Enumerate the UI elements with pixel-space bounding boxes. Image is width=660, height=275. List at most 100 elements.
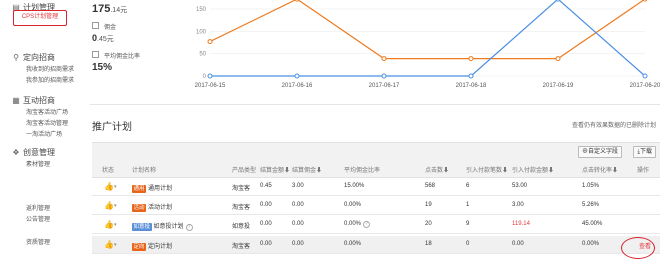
header-operation: 操作 <box>637 168 650 174</box>
settlement-amount-cell: 0.00 <box>260 241 272 247</box>
download-button[interactable]: ⤓下载 <box>633 146 656 158</box>
orders-cell: 0 <box>466 241 470 247</box>
cvr-cell: 45.00% <box>582 221 603 227</box>
thumbs-up-icon[interactable]: 👍 <box>104 221 114 229</box>
targeted-recruit-label: 定向招商 <box>23 53 55 62</box>
plan-name[interactable]: 通用计划 <box>148 186 172 192</box>
caret-down-icon[interactable]: ▾ <box>114 242 117 248</box>
settlement-commission-cell: 0.00 <box>292 241 304 247</box>
data-point <box>555 56 561 62</box>
header-clicks[interactable]: 点击数⬇ <box>425 165 449 174</box>
interactive-recruit-header[interactable]: ▦ 互动招商 <box>12 95 68 106</box>
data-point <box>294 73 300 79</box>
targeted-recruit-header[interactable]: ⚲ 定向招商 <box>12 52 74 63</box>
palette-icon: ❖ <box>12 147 20 157</box>
data-point <box>294 0 300 2</box>
interactive-recruit-label: 互动招商 <box>23 96 55 105</box>
deleted-plans-link[interactable]: 查看仍有效果数据的已删除计划 <box>572 120 656 129</box>
help-icon[interactable]: ? <box>363 221 371 228</box>
product-type-cell: 淘宝客 <box>232 244 251 250</box>
table-row: 👍 ▾ 如意投 如意投计划? 如意投 0.00 0.00 0.00%? 20 9 1… <box>92 216 660 234</box>
settlement-amount-cell: 0.00 <box>260 221 272 227</box>
pay-amount-cell: 119.14 <box>512 221 530 227</box>
sidebar-item-joined-demand[interactable]: 我参加的招商需求 <box>26 76 74 87</box>
commission-label: 佣金 <box>104 25 117 31</box>
settlement-amount: 175.14元 <box>92 3 127 15</box>
sidebar-group-creative: ❖ 创意管理 素材管理 <box>12 147 55 171</box>
product-type-cell: 淘宝客 <box>232 205 251 211</box>
sidebar-item-cps-plan[interactable]: CPS计划管理 <box>13 10 67 26</box>
plan-name[interactable]: 活动计划 <box>148 205 172 211</box>
clicks-cell: 19 <box>425 202 432 208</box>
table-toolbar: ⊕自定义字段 ⤓下载 <box>92 142 660 160</box>
sidebar: ▤ 计划管理 CPS计划管理 ⚲ 定向招商 我收到的招商需求 我参加的招商需求 … <box>0 0 82 275</box>
avg-rate-value: 15% <box>92 62 113 73</box>
caret-down-icon[interactable]: ▾ <box>114 222 117 228</box>
thumbs-up-icon[interactable]: 👍 <box>104 202 114 210</box>
caret-down-icon[interactable]: ▾ <box>114 203 117 209</box>
table-header: 状态 计划名称 产品类型 结算金额⬇ 结算佣金⬇ 平均佣金比率 点击数⬇ 引入付… <box>92 160 660 178</box>
trend-chart-svg: 150 100 50 0 2017-06-15 2017-06-16 2017-06-17… <box>195 0 660 89</box>
settlement-amount-cell: 0.45 <box>260 183 272 189</box>
plan-name-cell[interactable]: 活动 活动计划 <box>132 202 172 212</box>
x-tick-label: 2017-06-16 <box>282 83 313 89</box>
data-point <box>468 56 474 62</box>
settlement-commission-cell: 3.00 <box>292 183 304 189</box>
thumbs-up-icon[interactable]: 👍 <box>104 241 114 249</box>
cvr-cell: 0.00% <box>582 241 600 247</box>
plan-name[interactable]: 定向计划 <box>148 244 172 250</box>
settlement-value: 175 <box>92 3 111 15</box>
data-point <box>207 73 213 79</box>
x-tick-label: 2017-06-17 <box>369 83 400 89</box>
pay-amount-cell: 53.00 <box>512 183 528 189</box>
plan-name-cell[interactable]: 通用 通用计划 <box>132 183 172 193</box>
sidebar-item-rebate-mgmt[interactable]: 返利管理 <box>26 203 50 212</box>
avg-rate-cell: 0.00% <box>344 202 362 208</box>
settlement-commission-cell: 0.00 <box>292 202 304 208</box>
sidebar-item-activity-square[interactable]: 淘宝客活动广场 <box>26 108 68 119</box>
creative-mgmt-header[interactable]: ❖ 创意管理 <box>12 147 55 158</box>
plan-type-badge: 定向 <box>132 243 147 251</box>
header-avg-rate[interactable]: 平均佣金比率 <box>344 165 380 174</box>
header-pay-amount[interactable]: 引入付款金额⬇ <box>512 165 554 174</box>
header-settlement-amount[interactable]: 结算金额⬇ <box>260 165 290 174</box>
x-tick-label: 2017-06-15 <box>195 83 226 89</box>
avg-rate-value: 0.00% <box>344 221 362 227</box>
sidebar-item-received-demand[interactable]: 我收到的招商需求 <box>26 65 74 76</box>
section-title: 推广计划 <box>92 122 132 133</box>
header-orders[interactable]: 引入付款笔数⬇ <box>466 165 508 174</box>
clicks-cell: 18 <box>425 241 432 247</box>
help-icon[interactable]: ? <box>185 224 193 231</box>
grid-icon: ▦ <box>12 95 20 105</box>
sidebar-item-activity-mgmt[interactable]: 淘宝客活动管理 <box>26 119 68 130</box>
trend-chart: 150 100 50 0 2017-06-15 2017-06-16 2017-06-17… <box>195 0 660 100</box>
orders-cell: 6 <box>466 183 470 189</box>
plan-name-cell[interactable]: 如意投 如意投计划? <box>132 221 193 231</box>
sidebar-group-interactive: ▦ 互动招商 淘宝客活动广场 淘宝客活动管理 一淘活动广场 <box>12 95 68 141</box>
highlight-ring <box>621 237 655 259</box>
sidebar-item-qualification-mgmt[interactable]: 资质管理 <box>26 237 50 246</box>
commission-checkbox[interactable] <box>92 22 99 29</box>
thumbs-up-icon[interactable]: 👍 <box>104 183 114 191</box>
plan-name-cell[interactable]: 定向 定向计划 <box>132 241 172 251</box>
header-cvr[interactable]: 点击转化率⬇ <box>582 165 618 174</box>
x-tick-label: 2017-06-19 <box>543 83 574 89</box>
cvr-cell: 1.05% <box>582 183 600 189</box>
clicks-cell: 568 <box>425 183 436 189</box>
header-product-type[interactable]: 产品类型 <box>232 165 256 174</box>
sidebar-item-announcement-mgmt[interactable]: 公告管理 <box>26 214 50 223</box>
plan-type-badge: 通用 <box>132 185 147 193</box>
data-point <box>642 0 648 2</box>
custom-field-button[interactable]: ⊕自定义字段 <box>577 146 622 158</box>
header-settlement-commission[interactable]: 结算佣金⬇ <box>292 165 322 174</box>
plan-type-badge: 活动 <box>132 204 147 212</box>
x-tick-label: 2017-06-20 <box>630 83 660 89</box>
avg-rate-checkbox[interactable] <box>92 51 99 58</box>
caret-down-icon[interactable]: ▾ <box>114 184 117 190</box>
x-tick-label: 2017-06-18 <box>456 83 487 89</box>
plan-name[interactable]: 如意投计划 <box>154 224 184 230</box>
sidebar-item-material-mgmt[interactable]: 素材管理 <box>26 160 55 171</box>
sidebar-item-etao-square[interactable]: 一淘活动广场 <box>26 130 68 141</box>
product-type-cell: 如意投 <box>232 224 251 230</box>
y-tick-label: 0 <box>203 74 207 80</box>
